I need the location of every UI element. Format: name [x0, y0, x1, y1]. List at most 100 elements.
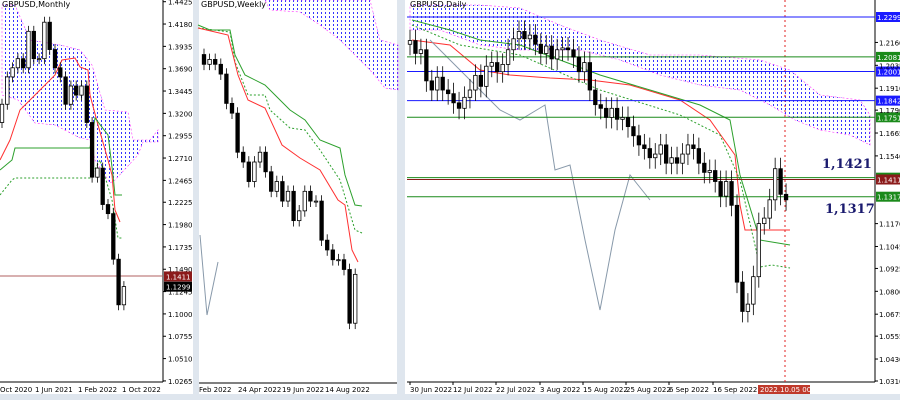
- daily-x-tick: 12 Jul 2022: [453, 386, 493, 394]
- candle-bearish: [549, 45, 554, 60]
- candle-bullish: [407, 40, 413, 45]
- candle-bullish: [773, 168, 778, 201]
- candle-bullish: [302, 190, 307, 212]
- candle-bearish: [647, 148, 652, 159]
- candle-bullish: [555, 49, 560, 60]
- candle-bullish: [620, 117, 625, 120]
- daily-title: GBPUSD,Daily: [410, 0, 467, 9]
- candle-bullish: [489, 62, 494, 67]
- daily-y-tick: 1.1540: [879, 153, 900, 161]
- daily-y-tick: 1.0430: [879, 356, 900, 364]
- candle-bearish: [740, 281, 745, 312]
- candle-bearish: [664, 144, 669, 164]
- candle-bullish: [257, 151, 263, 163]
- candle-bearish: [478, 74, 484, 87]
- candle-bullish: [767, 199, 772, 219]
- candle-bearish: [116, 258, 121, 306]
- daily-x-tick: 25 Aug 2022: [626, 386, 671, 394]
- candle-bullish: [68, 85, 74, 105]
- candle-bullish: [79, 85, 84, 96]
- splitter[interactable]: [193, 0, 199, 400]
- monthly-title: GBPUSD,Monthly: [2, 0, 70, 9]
- candle-bearish: [325, 239, 330, 251]
- daily-x-tick: 22 Jul 2022: [496, 386, 536, 394]
- monthly-price-label: 1.1411: [166, 273, 191, 281]
- candle-bullish: [658, 144, 663, 155]
- candle-bullish: [762, 217, 767, 225]
- candle-bearish: [424, 49, 429, 82]
- level-price-label: 1.2081: [877, 54, 900, 62]
- candle-bullish: [467, 89, 473, 98]
- daily-x-tick: 30 Jun 2022: [410, 386, 452, 394]
- monthly-price-label: 1.1299: [166, 284, 191, 292]
- candle-bullish: [680, 153, 685, 164]
- weekly-candles: [201, 48, 358, 330]
- candle-bearish: [571, 49, 576, 58]
- daily-y-tick: 1.0925: [879, 265, 900, 273]
- candle-bullish: [435, 76, 440, 91]
- candle-bearish: [696, 148, 701, 164]
- candle-bearish: [413, 40, 418, 54]
- candle-bearish: [89, 122, 95, 178]
- candle-bearish: [674, 157, 680, 164]
- candle-bullish: [36, 58, 42, 61]
- candle-bearish: [308, 190, 313, 202]
- weekly-ichimoku-cloud: [264, 0, 399, 91]
- candle-bullish: [544, 45, 549, 54]
- candle-bullish: [297, 210, 302, 222]
- candle-bearish: [47, 21, 52, 50]
- splitter[interactable]: [397, 0, 405, 400]
- candle-bullish: [10, 67, 15, 78]
- candle-bearish: [587, 62, 592, 91]
- annotation-resistance: 1,1421: [822, 157, 872, 172]
- cursor-time-label: 2022.10.05 00:00: [760, 386, 822, 394]
- daily-y-tick: 1.0675: [879, 311, 900, 319]
- weekly-title: GBPUSD,Weekly: [201, 0, 266, 9]
- candle-bullish: [252, 161, 257, 182]
- candle-bearish: [691, 144, 696, 149]
- candle-bearish: [565, 47, 571, 51]
- candle-bullish: [418, 49, 424, 54]
- candle-bullish: [582, 62, 587, 73]
- candle-bearish: [31, 30, 36, 60]
- candle-bullish: [26, 30, 31, 69]
- candle-bullish: [313, 200, 319, 203]
- candle-bearish: [593, 89, 598, 106]
- level-price-label: 1.2299: [877, 14, 900, 22]
- candle-bullish: [336, 259, 341, 262]
- candle-bullish: [516, 31, 522, 40]
- candle-bearish: [111, 213, 116, 260]
- monthly-y-tick: 1.3445: [168, 88, 193, 96]
- candle-bearish: [105, 204, 111, 215]
- daily-y-tick: 1.1045: [879, 243, 900, 251]
- candle-bearish: [291, 190, 296, 222]
- candle-bearish: [718, 181, 723, 197]
- candle-bearish: [63, 76, 68, 105]
- monthly-y-tick: 1.4425: [168, 0, 193, 7]
- candle-bullish: [751, 276, 756, 305]
- candle-bearish: [713, 170, 718, 182]
- weekly-x-tick: 19 Jun 2022: [282, 386, 324, 394]
- candle-bullish: [353, 273, 358, 324]
- daily-x-tick: 3 Aug 2022: [540, 386, 580, 394]
- candle-bearish: [263, 151, 268, 173]
- candle-bearish: [495, 62, 500, 73]
- candle-bearish: [440, 76, 445, 91]
- monthly-y-tick: 1.3935: [168, 43, 193, 51]
- weekly-tenkan-line: [197, 27, 359, 263]
- candle-bullish: [527, 34, 533, 40]
- daily-x-tick: 16 Sep 2022: [713, 386, 757, 394]
- candle-bearish: [201, 54, 207, 65]
- candle-bullish: [756, 223, 761, 278]
- candle-bearish: [224, 73, 229, 104]
- candle-bullish: [95, 167, 100, 178]
- candle-bearish: [614, 107, 620, 120]
- candle-bearish: [429, 80, 434, 91]
- monthly-x-tick: 1 Jun 2021: [35, 386, 73, 394]
- monthly-y-tick: 1.4180: [168, 21, 193, 29]
- candle-bearish: [729, 181, 734, 206]
- candle-bearish: [783, 193, 789, 201]
- candle-bearish: [598, 104, 603, 109]
- monthly-y-tick: 1.3200: [168, 110, 193, 118]
- candle-bullish: [723, 181, 729, 197]
